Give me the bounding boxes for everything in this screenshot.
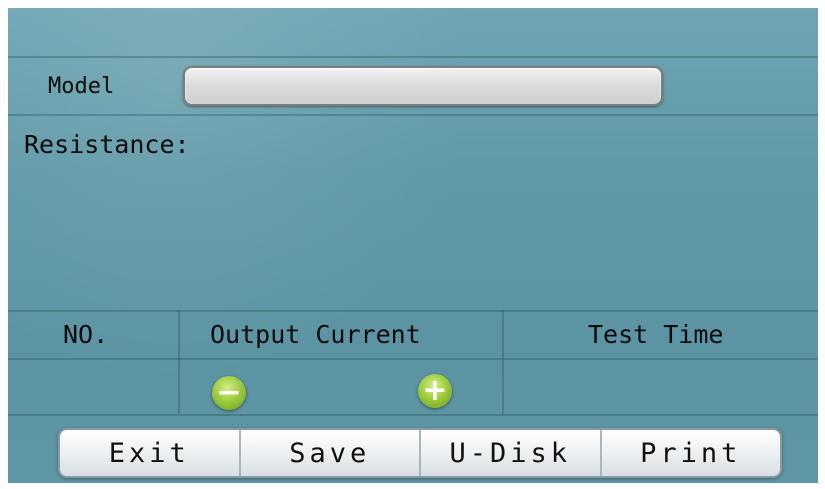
model-divider (8, 114, 818, 116)
table-column-divider-1 (178, 310, 180, 414)
model-field[interactable] (183, 66, 663, 106)
print-button[interactable]: Print (601, 430, 780, 476)
top-divider (8, 56, 818, 58)
resistance-label: Resistance: (24, 130, 190, 159)
minus-icon: − (216, 375, 242, 410)
model-label: Model (48, 74, 115, 99)
u-disk-button[interactable]: U-Disk (421, 430, 602, 476)
increase-current-button[interactable]: + (418, 374, 452, 408)
table-bottom-divider (8, 414, 818, 416)
bottom-toolbar: Exit Save U-Disk Print (58, 428, 782, 478)
column-header-test-time: Test Time (588, 320, 724, 349)
decrease-current-button[interactable]: − (212, 376, 246, 410)
plus-icon: + (422, 373, 448, 408)
column-header-output-current: Output Current (210, 320, 421, 349)
main-screen: Model Resistance: NO. Output Current Tes… (8, 8, 818, 483)
save-button[interactable]: Save (240, 430, 421, 476)
exit-button[interactable]: Exit (60, 430, 241, 476)
table-header-divider (8, 358, 818, 360)
table-column-divider-2 (502, 310, 504, 414)
table-top-divider (8, 310, 818, 312)
column-header-no: NO. (63, 320, 109, 349)
